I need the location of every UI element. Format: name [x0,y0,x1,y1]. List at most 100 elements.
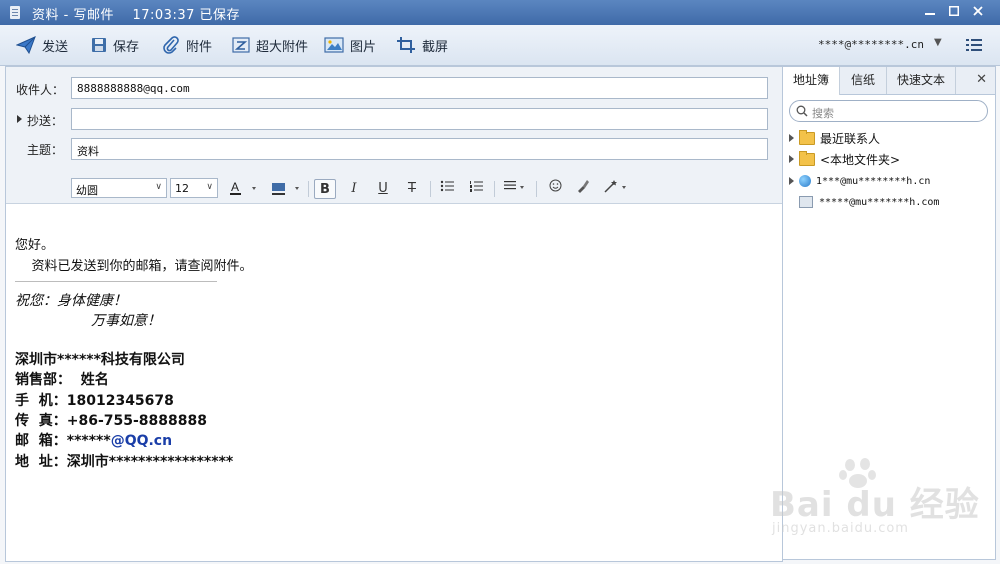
divider [536,181,537,197]
bullet-list-button[interactable] [436,179,458,199]
close-button[interactable] [968,3,988,21]
tree-item-label: *****@mu*******h.com [819,196,940,208]
watermark-url: jingyan.baidu.com [772,521,909,536]
highlight-color-button[interactable] [270,179,304,199]
save-button[interactable]: 保存 [91,34,139,56]
search-icon [796,105,808,117]
emoji-button[interactable] [544,179,566,199]
bullet-list-icon [440,180,454,192]
panel-close-icon[interactable]: ✕ [976,72,987,87]
folder-icon [799,150,815,166]
tree-item-label: 1***@mu********h.cn [816,175,931,187]
send-label: 发送 [42,39,69,55]
search-placeholder: 搜索 [812,107,834,120]
picture-label: 图片 [350,39,377,55]
cc-expand-icon[interactable] [17,115,22,123]
underline-button[interactable]: U [372,179,394,199]
menu-icon[interactable] [966,38,982,52]
bold-button[interactable]: B [314,179,336,199]
attach-button[interactable]: 附件 [162,34,212,56]
italic-button[interactable]: I [343,179,365,199]
signature-email: 邮 箱：******@QQ.cn [15,430,172,450]
magic-wand-icon [604,180,626,193]
body-line: 资料已发送到你的邮箱，请查阅附件。 [15,259,253,274]
cc-field[interactable] [71,108,768,130]
tree-item-recent[interactable]: 最近联系人 [789,129,880,147]
signature-wish-2: 万事如意！ [91,313,161,329]
signature-address: 地 址：深圳市***************** [15,454,234,470]
document-icon [10,6,20,19]
format-painter-button[interactable] [572,179,594,199]
screenshot-button[interactable]: 截屏 [396,34,448,56]
tab-stationery[interactable]: 信纸 [840,67,887,94]
tree-item-contact[interactable]: *****@mu*******h.com [789,193,939,211]
text-color-button[interactable]: A [228,179,262,199]
divider [308,181,309,197]
floppy-disk-icon [92,38,106,52]
strikethrough-button[interactable]: T [401,179,423,199]
contact-search[interactable]: 搜索 [789,100,988,122]
attach-label: 附件 [186,39,213,55]
baidu-watermark: Bai du 经验 jingyan.baidu.com [770,455,990,545]
close-icon [973,6,983,16]
sender-account[interactable]: ****@********.cn [818,38,924,51]
minimize-icon [925,13,935,15]
expand-icon [789,155,794,163]
signature-email-link[interactable]: @QQ.cn [111,433,172,449]
save-label: 保存 [113,39,140,55]
tree-item-contact-group[interactable]: 1***@mu********h.cn [789,172,930,190]
signature-wish-1: 祝您：身体健康！ [15,293,127,309]
contact-card-icon [799,196,813,208]
format-toolbar: 幼圆 ∨ 12 ∨ A B I U T [6,173,782,204]
expand-icon [789,134,794,142]
numbered-list-button[interactable] [465,179,487,199]
signature-company: 深圳市******科技有限公司 [15,352,185,368]
account-dropdown-icon[interactable]: ▼ [934,37,942,48]
svg-text:A: A [231,180,239,194]
signature-fax: 传 真：+86-755-8888888 [15,413,207,429]
paper-plane-icon [16,36,36,54]
compose-area: 收件人： 8888888888@qq.com 抄送： 主题： 资料 幼圆 ∨ 1… [5,66,783,562]
divider [430,181,431,197]
big-attachment-icon [232,37,250,53]
text-color-icon: A [230,180,256,195]
tree-item-local-folder[interactable]: <本地文件夹> [789,150,900,168]
divider [494,181,495,197]
watermark-brand: Bai du 经验 [770,485,980,525]
to-field[interactable]: 8888888888@qq.com [71,77,768,99]
picture-button[interactable]: 图片 [324,34,376,56]
panel-tabs: 地址簿 信纸 快速文本 ✕ [783,67,995,95]
signature-divider [15,281,217,282]
header-fields: 收件人： 8888888888@qq.com 抄送： 主题： 资料 [6,67,782,174]
align-button[interactable] [502,179,532,199]
window-title: 资料 - 写邮件 17:03:37 已保存 [32,8,241,23]
align-icon [504,181,524,190]
crop-icon [397,37,415,53]
subject-field[interactable]: 资料 [71,138,768,160]
font-family-value: 幼圆 [76,184,98,197]
paperclip-icon [163,36,179,54]
main-toolbar: 发送 保存 附件 超大附件 图片 截屏 ****@********.cn ▼ [0,25,1000,66]
more-tools-button[interactable] [602,179,632,199]
font-family-select[interactable]: 幼圆 ∨ [71,178,167,198]
screenshot-label: 截屏 [422,39,449,55]
globe-icon [799,175,811,187]
big-attach-button[interactable]: 超大附件 [232,34,308,56]
numbered-list-icon [470,181,483,192]
message-body[interactable]: 您好。 资料已发送到你的邮箱，请查阅附件。 祝您：身体健康！ 万事如意！ 深圳市… [6,204,782,561]
expand-icon [789,177,794,185]
tab-address-book[interactable]: 地址簿 [783,67,840,95]
font-size-select[interactable]: 12 ∨ [170,178,218,198]
tab-quick-text[interactable]: 快速文本 [887,67,956,94]
tree-item-label: <本地文件夹> [820,152,901,167]
signature-email-label: 邮 箱：****** [15,433,111,449]
minimize-button[interactable] [920,3,940,21]
maximize-button[interactable] [944,3,964,21]
chevron-down-icon: ∨ [206,182,213,192]
send-button[interactable]: 发送 [16,34,68,56]
to-label: 收件人： [16,83,65,97]
compose-window: 资料 - 写邮件 17:03:37 已保存 发送 保存 附件 超大附件 图片 截… [0,0,1000,564]
chevron-down-icon: ∨ [155,182,162,192]
cc-label: 抄送： [27,114,64,128]
subject-label: 主题： [27,143,64,157]
